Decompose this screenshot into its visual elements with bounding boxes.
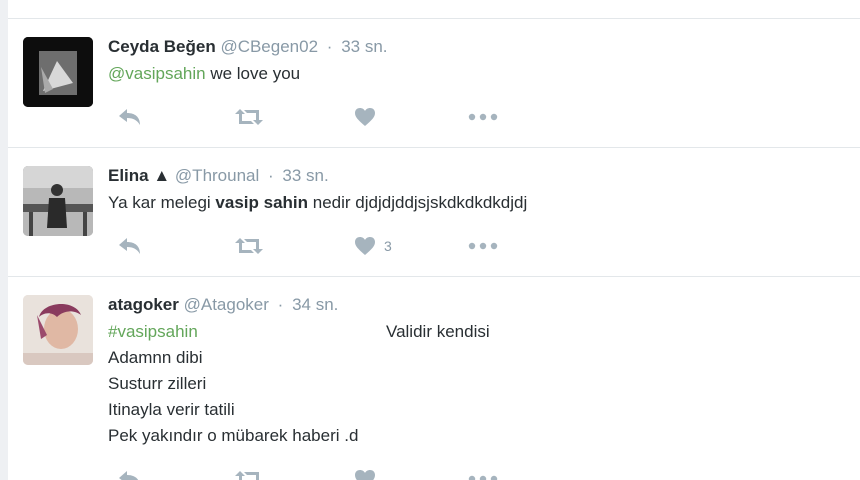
retweet-icon: [235, 471, 259, 480]
more-icon: [468, 242, 498, 250]
timestamp[interactable]: 33 sn.: [341, 37, 387, 56]
hashtag-link[interactable]: #vasipsahin: [108, 322, 198, 341]
tweet-text: @vasipsahin we love you: [108, 61, 300, 87]
like-button[interactable]: 3: [354, 234, 392, 258]
tweet-item[interactable]: atagoker @Atagoker · 34 sn. #vasipsahin …: [8, 276, 860, 480]
tweet-text: #vasipsahin Validir kendisi: [108, 319, 490, 345]
tweet-line: Susturr zilleri: [108, 374, 207, 393]
tweet-body: nedir djdjdjddjsjskdkdkdkdjdj: [312, 193, 528, 212]
reply-button[interactable]: [118, 105, 142, 129]
tweet-actions: [108, 105, 508, 129]
more-button[interactable]: [468, 234, 498, 258]
separator-dot: ·: [326, 37, 333, 56]
user-name[interactable]: Ceyda Beğen: [108, 37, 216, 56]
tweet-header: Ceyda Beğen @CBegen02 · 33 sn.: [108, 37, 388, 57]
user-name[interactable]: Elina ▲: [108, 166, 170, 185]
more-icon: [468, 475, 498, 480]
reply-icon: [119, 109, 140, 125]
tweet-body: Ya kar melegi: [108, 193, 211, 212]
retweet-icon: [235, 238, 263, 254]
like-button[interactable]: [354, 105, 376, 129]
tweet-line: Pek yakındır o mübarek haberi .d: [108, 426, 359, 445]
like-button[interactable]: [354, 467, 376, 480]
user-name[interactable]: atagoker: [108, 295, 179, 314]
user-handle[interactable]: @Throunal: [175, 166, 259, 185]
avatar[interactable]: [23, 37, 93, 107]
heart-icon: [355, 108, 375, 126]
avatar[interactable]: [23, 166, 93, 236]
retweet-icon: [235, 109, 263, 125]
retweet-button[interactable]: [234, 234, 264, 258]
separator-dot: ·: [277, 295, 284, 314]
tweet-line: Itinayla verir tatili: [108, 400, 235, 419]
timestamp[interactable]: 33 sn.: [282, 166, 328, 185]
retweet-button[interactable]: [234, 467, 264, 480]
more-button[interactable]: [468, 467, 498, 480]
tweet-actions: [108, 467, 508, 480]
tweet-side-text: Validir kendisi: [386, 322, 490, 341]
tweet-item[interactable]: Elina ▲ @Throunal · 33 sn. Ya kar melegi…: [8, 147, 860, 276]
reply-icon: [119, 471, 139, 480]
heart-icon: [355, 470, 375, 480]
more-button[interactable]: [468, 105, 498, 129]
user-handle[interactable]: @CBegen02: [220, 37, 318, 56]
reply-icon: [119, 238, 140, 254]
tweet-actions: 3: [108, 234, 508, 258]
tweet-header: Elina ▲ @Throunal · 33 sn.: [108, 166, 329, 186]
timestamp[interactable]: 34 sn.: [292, 295, 338, 314]
bold-keyword: vasip sahin: [215, 193, 309, 212]
avatar[interactable]: [23, 295, 93, 365]
tweet-header: atagoker @Atagoker · 34 sn.: [108, 295, 338, 315]
timeline: Ceyda Beğen @CBegen02 · 33 sn. @vasipsah…: [8, 0, 860, 480]
user-handle[interactable]: @Atagoker: [184, 295, 269, 314]
tweet-line: Adamnn dibi: [108, 348, 203, 367]
more-icon: [468, 113, 498, 121]
reply-button[interactable]: [118, 467, 142, 480]
retweet-button[interactable]: [234, 105, 264, 129]
heart-icon: [355, 237, 375, 255]
mention-link[interactable]: @vasipsahin: [108, 64, 206, 83]
separator-dot: ·: [268, 166, 274, 185]
like-count: 3: [384, 238, 392, 254]
tweet-item[interactable]: Ceyda Beğen @CBegen02 · 33 sn. @vasipsah…: [8, 18, 860, 147]
reply-button[interactable]: [118, 234, 142, 258]
tweet-body: we love you: [210, 64, 301, 83]
tweet-text: Ya kar melegi vasip sahin nedir djdjdjdd…: [108, 190, 527, 216]
